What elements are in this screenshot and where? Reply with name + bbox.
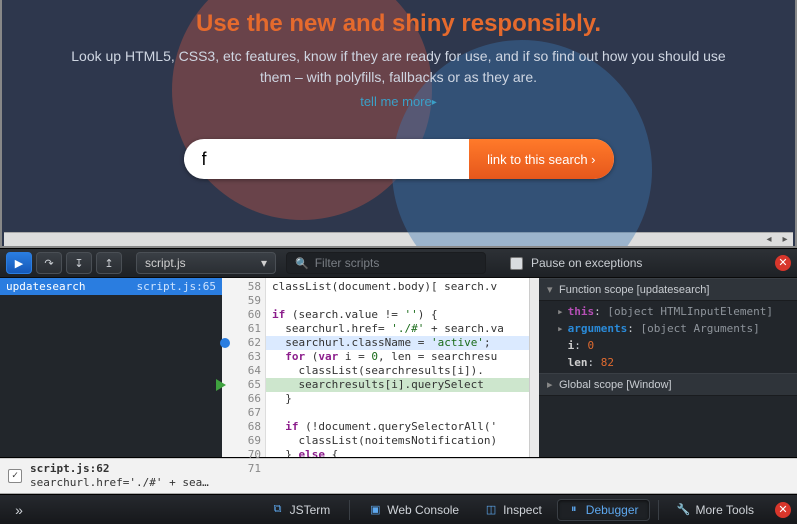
scope-var-this[interactable]: ▸this: [object HTMLInputElement] [557,303,797,320]
page-content: Use the new and shiny responsibly. Look … [0,0,797,248]
close-icon[interactable]: ✕ [775,255,791,271]
terminal-icon: ⧉ [272,504,284,516]
tab-inspect[interactable]: ◫Inspect [474,499,553,521]
pause-icon: ⏸ [568,504,580,516]
inspect-icon: ◫ [485,504,497,516]
line-gutter: 5859606162636465666768697071 [222,278,266,457]
devtools-toolbar: » ⧉JSTerm ▣Web Console ◫Inspect ⏸Debugge… [0,494,797,524]
search-icon: 🔍 [295,257,309,270]
breakpoint-checkbox[interactable]: ✓ [8,469,22,483]
tab-web-console[interactable]: ▣Web Console [358,499,470,521]
scope-var-len[interactable]: ▸len: 82 [557,354,797,371]
scope-var-i[interactable]: ▸i: 0 [557,337,797,354]
page-headline: Use the new and shiny responsibly. [62,10,735,38]
console-icon: ▣ [369,504,381,516]
expand-panel-icon[interactable]: » [6,502,32,518]
step-over-button[interactable]: ↷ [36,252,62,274]
horizontal-scrollbar[interactable]: ◂ ▸ [4,232,793,246]
step-out-button[interactable]: ↥ [96,252,122,274]
page-subtext: Look up HTML5, CSS3, etc features, know … [62,46,735,88]
resume-button[interactable]: ▶ [6,252,32,274]
search-pill: link to this search › [184,139,614,179]
scroll-right-icon[interactable]: ▸ [777,233,793,247]
tab-jsterm[interactable]: ⧉JSTerm [261,499,342,521]
breakpoints-list: ✓ script.js:62 searchurl.href='./#' + se… [0,458,797,494]
vertical-scrollbar[interactable] [529,278,539,457]
tab-more-tools[interactable]: 🔧More Tools [667,499,765,521]
file-dropdown[interactable]: script.js ▾ [136,252,276,274]
chevron-down-icon: ▾ [261,256,267,270]
breakpoint-entry[interactable]: script.js:62 searchurl.href='./#' + sea… [30,462,209,491]
link-to-search-button[interactable]: link to this search › [469,139,613,179]
source-pane: 5859606162636465666768697071 classList(d… [222,278,539,457]
pause-on-exceptions-toggle[interactable]: Pause on exceptions [510,256,642,270]
debugger-toolbar: ▶ ↷ ↧ ↥ script.js ▾ 🔍 Filter scripts Pau… [0,248,797,278]
callstack-frame[interactable]: updatesearch script.js:65 [0,278,222,295]
filter-scripts-input[interactable]: 🔍 Filter scripts [286,252,486,274]
scope-function-header[interactable]: ▾Function scope [updatesearch] [539,278,797,301]
scroll-left-icon[interactable]: ◂ [761,233,777,247]
step-into-button[interactable]: ↧ [66,252,92,274]
search-input[interactable] [184,149,470,170]
tab-debugger[interactable]: ⏸Debugger [557,499,650,521]
source-code[interactable]: classList(document.body)[ search.vif (se… [266,278,529,457]
checkbox-icon [510,257,523,270]
wrench-icon: 🔧 [678,504,690,516]
close-devtools-icon[interactable]: ✕ [775,502,791,518]
callstack-pane: updatesearch script.js:65 [0,278,222,457]
tell-me-more-link[interactable]: tell me more▸ [360,94,437,109]
debugger-body: updatesearch script.js:65 58596061626364… [0,278,797,458]
scope-var-arguments[interactable]: ▸arguments: [object Arguments] [557,320,797,337]
scope-pane: ▾Function scope [updatesearch] ▸this: [o… [539,278,797,457]
scope-global-header[interactable]: ▸Global scope [Window] [539,373,797,396]
